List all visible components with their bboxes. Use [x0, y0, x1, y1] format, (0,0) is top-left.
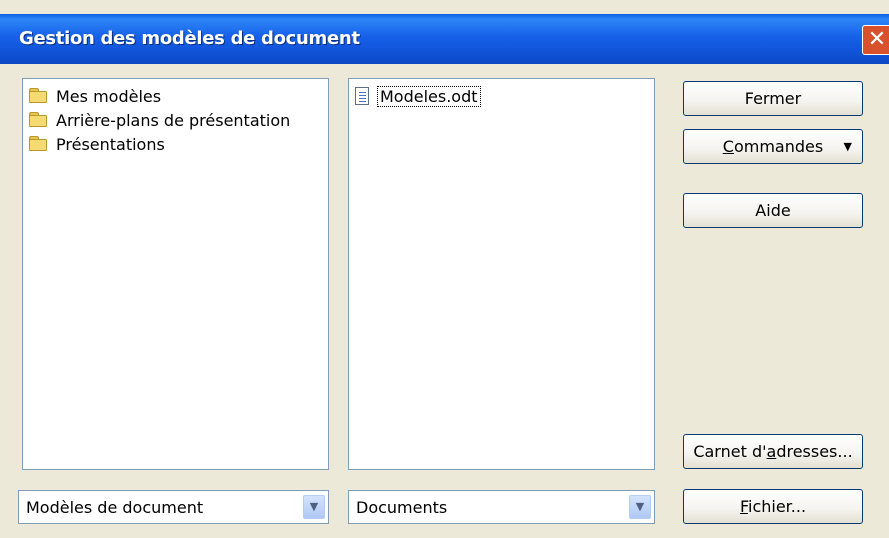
list-item-label: Arrière-plans de présentation	[56, 110, 291, 130]
folder-icon	[29, 135, 47, 151]
document-icon	[355, 87, 369, 105]
list-item-label: Mes modèles	[56, 86, 162, 106]
window-title: Gestion des modèles de document	[19, 28, 360, 49]
documents-combo-value: Documents	[356, 498, 448, 517]
chevron-down-icon[interactable]: ▼	[629, 495, 651, 519]
close-button-label: Fermer	[744, 89, 802, 108]
list-item[interactable]: Présentations	[29, 132, 165, 156]
file-button[interactable]: Fichier...	[683, 489, 863, 524]
categories-list[interactable]: Mes modèles Arrière-plans de présentatio…	[22, 78, 329, 470]
help-button[interactable]: Aide	[683, 193, 863, 228]
close-button[interactable]: Fermer	[683, 81, 863, 116]
dropdown-arrow-icon: ▼	[843, 140, 852, 153]
help-button-label: Aide	[755, 201, 791, 220]
folder-icon	[29, 111, 47, 127]
categories-combo[interactable]: Modèles de document ▼	[18, 490, 329, 524]
categories-combo-value: Modèles de document	[26, 498, 204, 517]
template-management-dialog: Gestion des modèles de document ✕ Mes mo…	[0, 0, 889, 538]
list-item[interactable]: Mes modèles	[29, 84, 161, 108]
address-book-button[interactable]: Carnet d'adresses...	[683, 434, 863, 469]
title-bar[interactable]: Gestion des modèles de document ✕	[0, 14, 889, 64]
close-icon[interactable]: ✕	[862, 25, 889, 55]
file-button-label: Fichier...	[739, 497, 807, 516]
chevron-down-icon[interactable]: ▼	[303, 495, 325, 519]
list-item[interactable]: Arrière-plans de présentation	[29, 108, 290, 132]
address-book-button-label: Carnet d'adresses...	[693, 442, 853, 461]
documents-combo[interactable]: Documents ▼	[348, 490, 655, 524]
documents-list[interactable]: Modeles.odt	[348, 78, 655, 470]
commands-button-label: Commandes	[722, 137, 824, 156]
list-item-label: Présentations	[56, 134, 165, 154]
folder-icon	[29, 87, 47, 103]
list-item[interactable]: Modeles.odt	[355, 84, 481, 108]
commands-button[interactable]: Commandes ▼	[683, 129, 863, 164]
list-item-label: Modeles.odt	[377, 85, 481, 107]
